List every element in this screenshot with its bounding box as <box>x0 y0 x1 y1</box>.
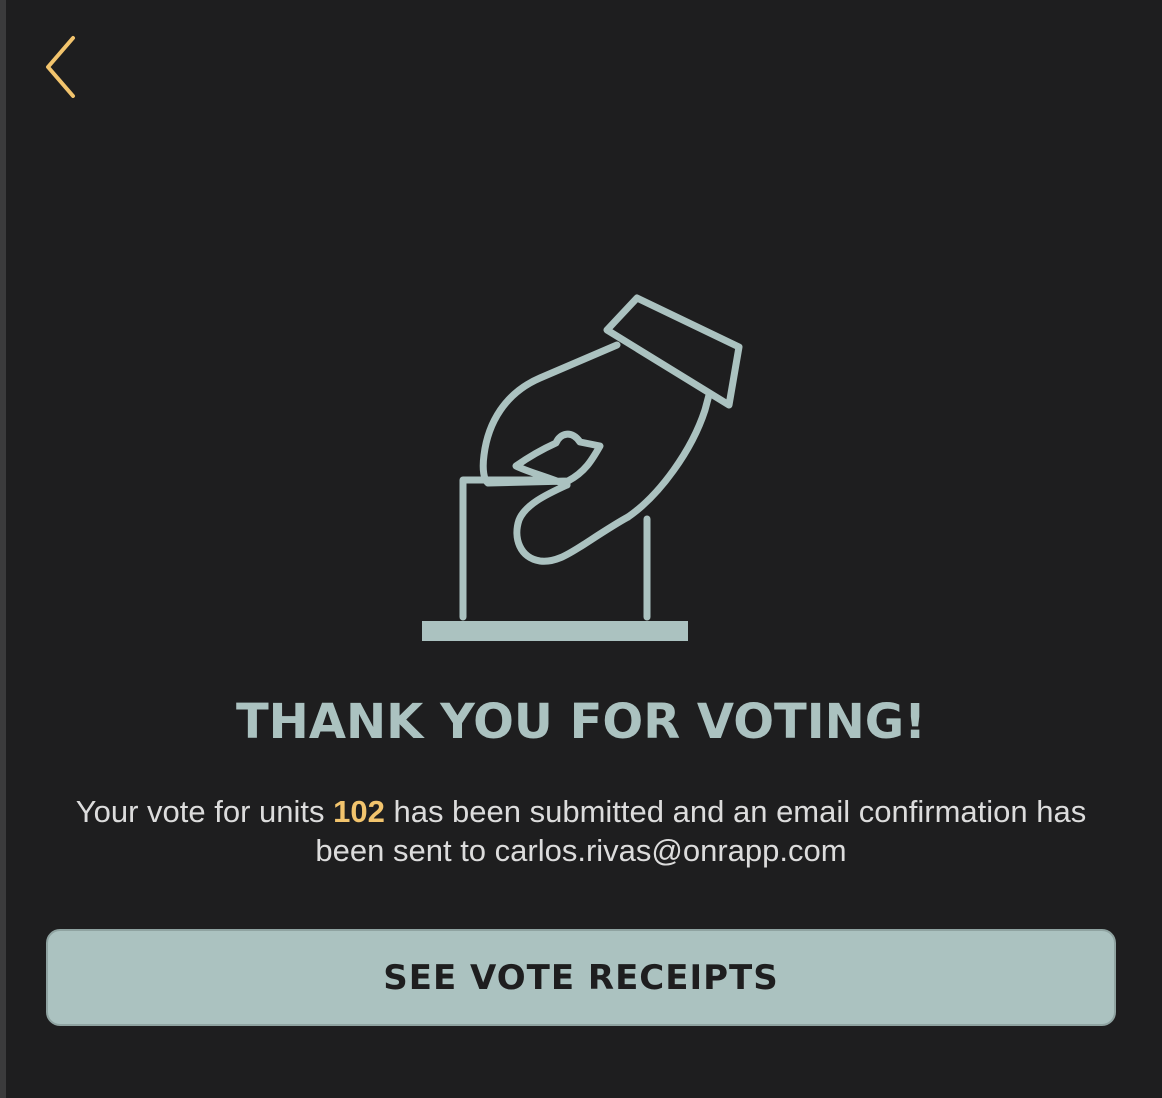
vote-confirmation-screen: THANK YOU FOR VOTING! Your vote for unit… <box>0 0 1162 1098</box>
page-title: THANK YOU FOR VOTING! <box>235 694 927 750</box>
back-button[interactable] <box>30 26 94 104</box>
see-vote-receipts-label: SEE VOTE RECEIPTS <box>383 957 779 998</box>
see-vote-receipts-button[interactable]: SEE VOTE RECEIPTS <box>46 929 1116 1026</box>
message-prefix: Your vote for units <box>75 794 334 829</box>
confirmation-message: Your vote for units 102 has been submitt… <box>40 792 1122 870</box>
units-number: 102 <box>333 794 385 829</box>
left-edge-divider <box>0 0 6 1098</box>
message-suffix: has been submitted and an email confirma… <box>315 794 1087 868</box>
chevron-left-icon <box>46 36 75 98</box>
